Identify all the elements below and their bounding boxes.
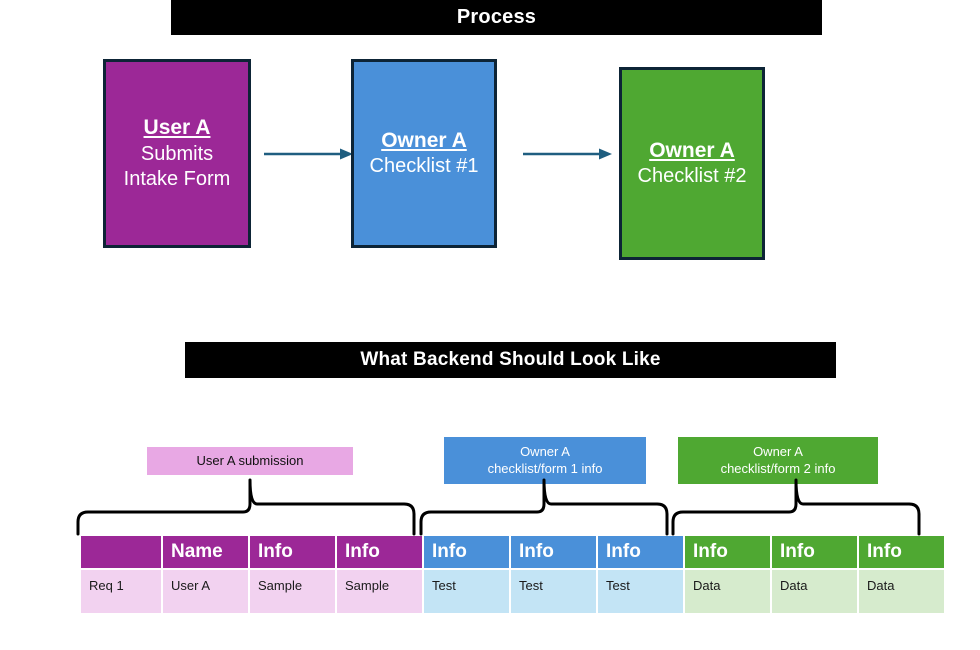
process-step-title: User A	[143, 116, 211, 140]
callout-line1: Owner A	[520, 443, 570, 459]
table-header-cell-name[interactable]: Name	[163, 536, 248, 568]
callout-line1: Owner A	[753, 443, 803, 459]
table-cell-info[interactable]: Test	[511, 570, 596, 613]
backend-section-banner: What Backend Should Look Like	[185, 342, 836, 378]
table-header-cell-info[interactable]: Info	[511, 536, 596, 568]
brace-owner-checklist-1-group	[419, 478, 669, 536]
table-header-row: Name Info Info Info Info Info Info Info …	[81, 536, 944, 568]
table-row: Req 1 User A Sample Sample Test Test Tes…	[81, 570, 944, 613]
callout-owner-a-checklist-2[interactable]: Owner A checklist/form 2 info	[678, 437, 878, 484]
brace-user-a-group	[76, 478, 416, 536]
process-section-banner: Process	[171, 0, 822, 35]
process-step-title: Owner A	[381, 128, 467, 152]
table-cell-req-id[interactable]: Req 1	[81, 570, 161, 613]
arrow-user-a-to-owner-1	[264, 148, 353, 160]
callout-line1: User A submission	[196, 452, 304, 468]
table-header-cell-info[interactable]: Info	[685, 536, 770, 568]
table-cell-info[interactable]: Test	[598, 570, 683, 613]
table-header-cell-info[interactable]: Info	[772, 536, 857, 568]
table-cell-info[interactable]: Sample	[337, 570, 422, 613]
process-step-line1: Checklist #2	[637, 165, 747, 188]
callout-line2: checklist/form 2 info	[720, 460, 836, 476]
callout-line2: checklist/form 1 info	[487, 460, 603, 476]
process-step-owner-checklist-1[interactable]: Owner A Checklist #1	[351, 59, 497, 248]
brace-owner-checklist-2-group	[671, 478, 921, 536]
table-header-cell-blank[interactable]	[81, 536, 161, 568]
table-cell-info[interactable]: Data	[772, 570, 857, 613]
backend-data-table: Name Info Info Info Info Info Info Info …	[79, 534, 946, 615]
table-header-cell-info[interactable]: Info	[250, 536, 335, 568]
backend-banner-title: What Backend Should Look Like	[360, 349, 661, 370]
callout-user-a-submission[interactable]: User A submission	[147, 447, 353, 475]
table-cell-info[interactable]: Data	[859, 570, 944, 613]
process-step-line2: Intake Form	[123, 167, 231, 190]
table-header-cell-info[interactable]: Info	[424, 536, 509, 568]
table-header-cell-info[interactable]: Info	[337, 536, 422, 568]
process-step-line1: Submits	[140, 142, 214, 165]
table-cell-info[interactable]: Sample	[250, 570, 335, 613]
process-banner-title: Process	[456, 6, 537, 28]
process-step-title: Owner A	[649, 138, 735, 162]
callout-owner-a-checklist-1[interactable]: Owner A checklist/form 1 info	[444, 437, 646, 484]
table-cell-name[interactable]: User A	[163, 570, 248, 613]
table-cell-info[interactable]: Test	[424, 570, 509, 613]
table-header-cell-info[interactable]: Info	[598, 536, 683, 568]
table-header-cell-info[interactable]: Info	[859, 536, 944, 568]
process-step-line1: Checklist #1	[369, 155, 479, 178]
process-step-owner-checklist-2[interactable]: Owner A Checklist #2	[619, 67, 765, 260]
process-step-user-a[interactable]: User A Submits Intake Form	[103, 59, 251, 248]
table-cell-info[interactable]: Data	[685, 570, 770, 613]
arrow-owner-1-to-owner-2	[523, 148, 612, 160]
